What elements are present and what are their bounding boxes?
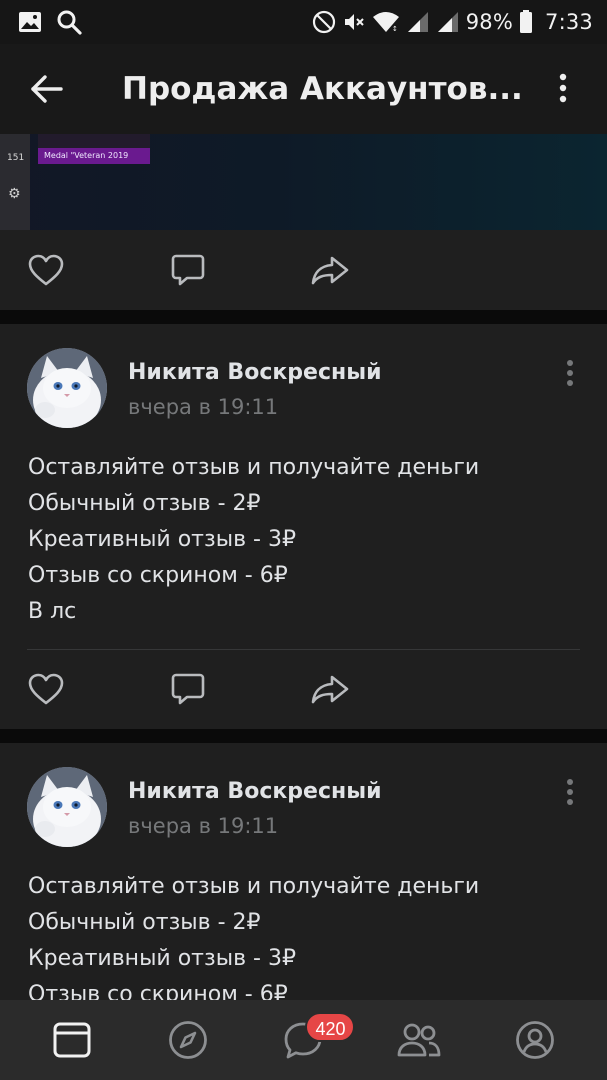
feed[interactable]: 151 ⚙ Medal "Veteran 2019 Никита Воскрес… — [0, 134, 607, 1000]
bottom-navigation: 420 — [0, 1000, 607, 1080]
post-text-line: Оставляйте отзыв и получайте деньги — [28, 874, 480, 899]
clock: 7:33 — [545, 10, 593, 34]
battery-percent: 98% — [465, 10, 514, 34]
svg-text:↕: ↕ — [392, 25, 398, 33]
battery-icon — [519, 10, 533, 34]
nav-discover[interactable] — [158, 1010, 218, 1070]
back-button[interactable] — [0, 44, 94, 134]
image-count-text: 151 — [7, 153, 25, 163]
share-arrow-icon — [311, 256, 349, 285]
nav-profile[interactable] — [505, 1010, 565, 1070]
feed-gap — [0, 729, 607, 743]
post-text: Оставляйте отзыв и получайте деньги Обыч… — [28, 450, 588, 630]
gear-icon: ⚙ — [8, 186, 21, 202]
image-sidebar — [0, 134, 30, 230]
post-card: Никита Воскресный вчера в 19:11 Оставляй… — [0, 743, 607, 1000]
wifi-icon: ↕ — [372, 11, 400, 33]
post-text: Оставляйте отзыв и получайте деньги Обыч… — [28, 869, 588, 1000]
share-button[interactable] — [310, 250, 350, 290]
post-time: вчера в 19:11 — [128, 814, 279, 838]
post-header: Никита Воскресный вчера в 19:11 — [0, 743, 607, 853]
post-header: Никита Воскресный вчера в 19:11 — [0, 324, 607, 434]
signal-icon — [436, 11, 460, 33]
post-text-line: Обычный отзыв - 2₽ — [28, 910, 261, 935]
comment-button[interactable] — [168, 669, 208, 709]
author-name[interactable]: Никита Воскресный — [128, 779, 382, 804]
mute-icon — [342, 10, 366, 34]
white-cat-avatar — [27, 767, 107, 847]
vertical-dots-icon — [567, 779, 573, 805]
more-options-button[interactable] — [541, 66, 585, 110]
post-text-line: Отзыв со скрином - 6₽ — [28, 982, 288, 1000]
friends-icon — [397, 1023, 441, 1057]
top-toolbar: Продажа Аккаунтов... — [0, 44, 607, 134]
post-text-line: Креативный отзыв - 3₽ — [28, 527, 296, 552]
author-name[interactable]: Никита Воскресный — [128, 360, 382, 385]
feed-gap — [0, 310, 607, 324]
post-card-partial: 151 ⚙ Medal "Veteran 2019 — [0, 134, 607, 310]
avatar[interactable] — [27, 767, 107, 847]
screen: ↕ 98% 7:33 Продажа Аккаунтов... 151 ⚙ Me… — [0, 0, 607, 1080]
post-text-line: Отзыв со скрином - 6₽ — [28, 563, 288, 588]
heart-icon — [28, 254, 64, 286]
page-title: Продажа Аккаунтов... — [122, 71, 522, 107]
avatar[interactable] — [27, 348, 107, 428]
image-strip — [38, 134, 150, 148]
white-cat-avatar — [27, 348, 107, 428]
nav-feed[interactable] — [42, 1010, 102, 1070]
post-actions — [0, 649, 607, 729]
share-button[interactable] — [310, 669, 350, 709]
share-arrow-icon — [311, 675, 349, 704]
do-not-disturb-icon — [312, 10, 336, 34]
heart-icon — [28, 673, 64, 705]
status-bar: ↕ 98% 7:33 — [0, 0, 607, 44]
arrow-left-icon — [31, 75, 63, 103]
nav-friends[interactable] — [389, 1010, 449, 1070]
post-text-line: Креативный отзыв - 3₽ — [28, 946, 296, 971]
post-text-line: Оставляйте отзыв и получайте деньги — [28, 455, 480, 480]
post-text-line: Обычный отзыв - 2₽ — [28, 491, 261, 516]
post-options-button[interactable] — [553, 775, 587, 809]
comment-button[interactable] — [168, 250, 208, 290]
nav-messages[interactable]: 420 — [273, 1010, 356, 1070]
signal-icon — [406, 11, 430, 33]
comment-icon — [171, 673, 205, 705]
medal-label: Medal "Veteran 2019 — [38, 148, 150, 164]
post-image[interactable]: 151 ⚙ Medal "Veteran 2019 — [0, 134, 607, 230]
comment-icon — [171, 254, 205, 286]
post-time: вчера в 19:11 — [128, 395, 279, 419]
search-icon — [56, 9, 82, 35]
profile-icon — [516, 1021, 554, 1059]
like-button[interactable] — [26, 669, 66, 709]
messages-badge: 420 — [305, 1012, 356, 1042]
image-icon — [18, 11, 42, 33]
post-actions — [0, 230, 607, 310]
vertical-dots-icon — [567, 360, 573, 386]
vertical-dots-icon — [559, 73, 567, 103]
like-button[interactable] — [26, 250, 66, 290]
post-options-button[interactable] — [553, 356, 587, 390]
post-card: Никита Воскресный вчера в 19:11 Оставляй… — [0, 324, 607, 729]
feed-icon — [53, 1022, 91, 1058]
discover-icon — [168, 1021, 207, 1059]
post-text-line: В лс — [28, 599, 77, 624]
